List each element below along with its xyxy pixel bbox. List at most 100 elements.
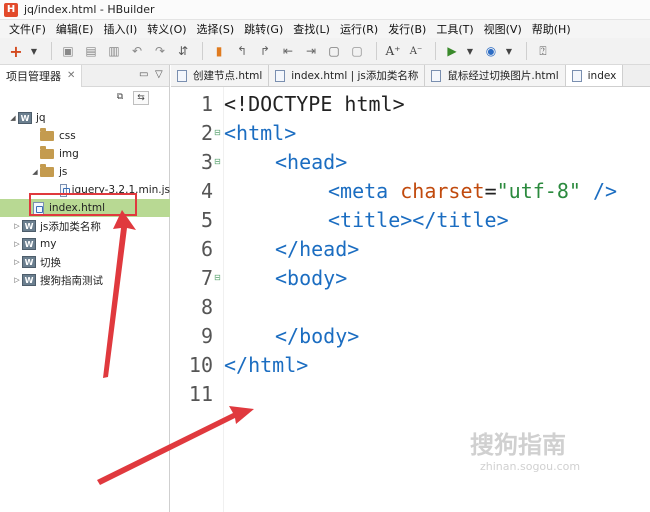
annotation-highlight-box: [29, 193, 137, 216]
meta-tag: <meta: [328, 179, 389, 203]
line-number: 3: [200, 150, 213, 174]
editor-tab-mouse-hover[interactable]: 鼠标经过切换图片.html: [425, 65, 566, 86]
go-back-icon[interactable]: ↰: [232, 41, 252, 61]
uncomment-icon[interactable]: ▢: [347, 41, 367, 61]
save-all-icon[interactable]: ▤: [81, 41, 101, 61]
redo-icon[interactable]: ↷: [150, 41, 170, 61]
font-increase-icon[interactable]: A⁺: [383, 41, 403, 61]
line-number: 5: [200, 208, 213, 232]
help-icon[interactable]: ⍰: [533, 41, 553, 61]
tree-node-sogou-test[interactable]: ▷ W 搜狗指南测试: [0, 271, 170, 289]
jump-end-icon[interactable]: ⇥: [301, 41, 321, 61]
tree-node-js-add-class[interactable]: ▷ W js添加类名称: [0, 217, 170, 235]
collapsed-arrow-icon[interactable]: ▷: [12, 258, 22, 266]
minimize-icon[interactable]: ▭: [139, 69, 148, 80]
menu-tools[interactable]: 工具(T): [431, 21, 478, 37]
hbuilder-logo-icon: H: [4, 2, 18, 17]
fold-collapse-icon[interactable]: ⊟: [214, 157, 221, 166]
format-icon[interactable]: ⇵: [173, 41, 193, 61]
folder-icon: [40, 128, 54, 141]
fold-collapse-icon[interactable]: ⊟: [214, 128, 221, 137]
body-close-tag: </body>: [275, 324, 360, 348]
code-line-5: <title></title>: [328, 206, 509, 235]
maximize-icon[interactable]: ▽: [155, 69, 163, 80]
tree-node-label: jq: [36, 112, 46, 124]
line-number-gutter: 1 2 3 4 5 6 7 8 9 10 11 ⊟ ⊟ ⊟: [171, 87, 221, 512]
tree-node-switch[interactable]: ▷ W 切换: [0, 253, 170, 271]
project-panel-header: 项目管理器 ✕ ▭ ▽: [0, 64, 169, 87]
watermark: 搜狗指南 zhinan.sogou.com: [470, 425, 640, 473]
chevron-down-icon[interactable]: ▼: [465, 41, 475, 61]
project-panel-tools: ⧉ ⇆: [0, 87, 169, 109]
editor-tab-index-js-add-class[interactable]: index.html | js添加类名称: [269, 65, 426, 86]
menu-file[interactable]: 文件(F): [4, 21, 51, 37]
run-icon[interactable]: ▶: [442, 41, 462, 61]
menu-escape[interactable]: 转义(O): [142, 21, 191, 37]
chevron-down-icon[interactable]: ▼: [29, 41, 39, 61]
comment-icon[interactable]: ▢: [324, 41, 344, 61]
tree-node-js[interactable]: ◢ js: [0, 163, 170, 181]
new-icon[interactable]: +: [6, 41, 26, 61]
jump-start-icon[interactable]: ⇤: [278, 41, 298, 61]
editor-tab-index-active[interactable]: index: [565, 65, 624, 86]
html-file-icon: [275, 69, 286, 82]
toolbar-separator: [526, 42, 527, 60]
tree-node-my[interactable]: ▷ W my: [0, 235, 170, 253]
line-number: 8: [200, 295, 213, 319]
menu-help[interactable]: 帮助(H): [527, 21, 576, 37]
collapsed-arrow-icon[interactable]: ▷: [12, 276, 22, 284]
equals-sign: =: [484, 179, 497, 203]
tree-node-jq[interactable]: ◢ W jq: [0, 109, 170, 127]
menu-bar: 文件(F) 编辑(E) 插入(I) 转义(O) 选择(S) 跳转(G) 查找(L…: [0, 20, 650, 38]
folder-icon: [40, 146, 54, 159]
web-project-icon: W: [22, 256, 36, 268]
toolbar-separator: [376, 42, 377, 60]
menu-run[interactable]: 运行(R): [335, 21, 383, 37]
line-number: 6: [200, 237, 213, 261]
title-tags: <title></title>: [328, 208, 509, 232]
code-line-4: <meta charset="utf-8" />: [328, 177, 617, 206]
browser-icon[interactable]: ◉: [481, 41, 501, 61]
editor-tab-create-node[interactable]: 创建节点.html: [171, 65, 270, 86]
bookmark-icon[interactable]: ▮: [209, 41, 229, 61]
project-manager-tab[interactable]: 项目管理器 ✕: [0, 64, 83, 87]
tree-node-css[interactable]: css: [0, 127, 170, 145]
menu-edit[interactable]: 编辑(E): [51, 21, 99, 37]
collapse-all-icon[interactable]: ⧉: [112, 91, 128, 105]
tree-node-label: img: [59, 148, 79, 160]
menu-find[interactable]: 查找(L): [288, 21, 335, 37]
charset-attr: charset: [400, 179, 485, 203]
toolbar-separator: [435, 42, 436, 60]
chevron-down-icon[interactable]: ▼: [504, 41, 514, 61]
close-icon[interactable]: ✕: [67, 70, 75, 81]
toolbar-separator: [202, 42, 203, 60]
web-project-icon: W: [22, 274, 36, 286]
menu-select[interactable]: 选择(S): [192, 21, 240, 37]
expanded-arrow-icon[interactable]: ◢: [30, 168, 40, 176]
menu-goto[interactable]: 跳转(G): [239, 21, 288, 37]
fold-collapse-icon[interactable]: ⊟: [214, 273, 221, 282]
menu-insert[interactable]: 插入(I): [98, 21, 142, 37]
tree-node-img[interactable]: img: [0, 145, 170, 163]
undo-icon[interactable]: ↶: [127, 41, 147, 61]
go-forward-icon[interactable]: ↱: [255, 41, 275, 61]
editor-tab-label: index: [587, 69, 617, 82]
collapsed-arrow-icon[interactable]: ▷: [12, 240, 22, 248]
html-file-icon: [571, 69, 582, 82]
editor-tab-label: 创建节点.html: [193, 70, 263, 82]
editor-tab-label: index.html | js添加类名称: [291, 70, 419, 82]
window-title: jq/index.html - HBuilder: [24, 3, 155, 16]
collapsed-arrow-icon[interactable]: ▷: [12, 222, 22, 230]
font-decrease-icon[interactable]: A⁻: [406, 41, 426, 61]
menu-view[interactable]: 视图(V): [479, 21, 527, 37]
save-icon[interactable]: ▣: [58, 41, 78, 61]
menu-publish[interactable]: 发行(B): [383, 21, 431, 37]
code-line-10: </html>: [224, 351, 308, 380]
link-editor-icon[interactable]: ⇆: [133, 91, 149, 105]
code-editor[interactable]: 1 2 3 4 5 6 7 8 9 10 11 ⊟ ⊟ ⊟ <!DOCTYPE …: [171, 87, 650, 512]
tree-node-label: my: [40, 238, 57, 250]
save-as-icon[interactable]: ▥: [104, 41, 124, 61]
html-file-icon: [177, 69, 187, 82]
head-open-tag: <head>: [275, 150, 348, 174]
expanded-arrow-icon[interactable]: ◢: [8, 114, 18, 122]
